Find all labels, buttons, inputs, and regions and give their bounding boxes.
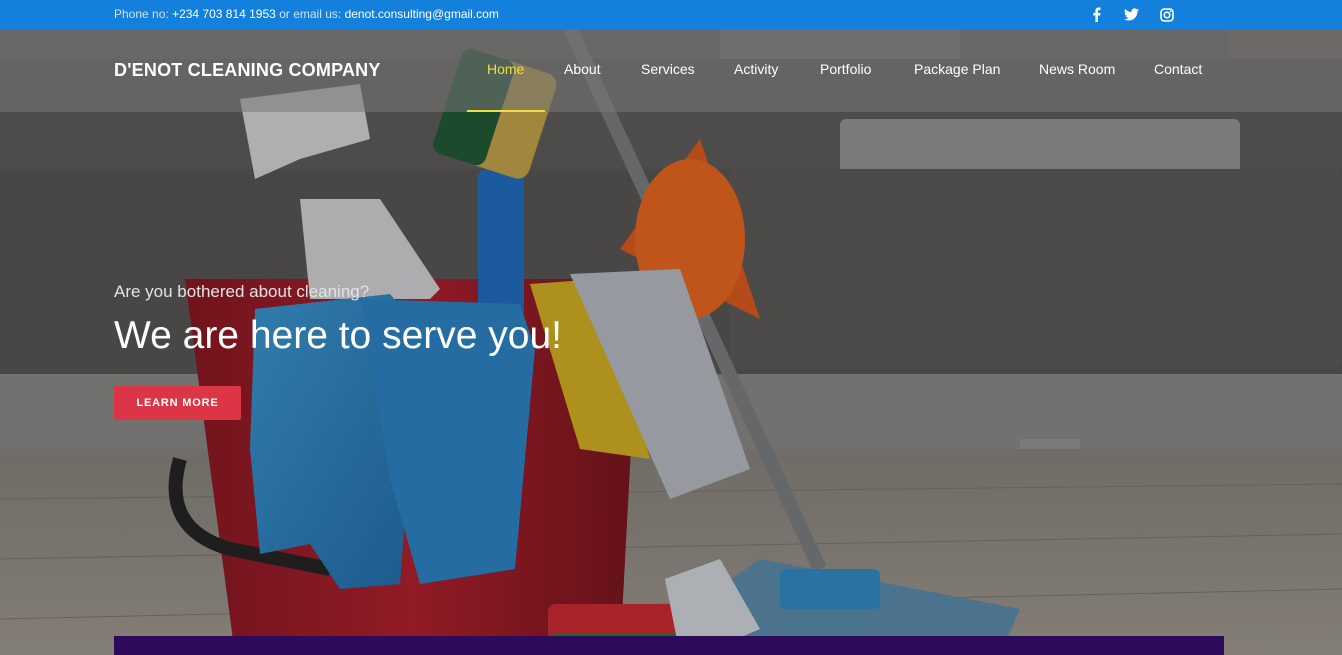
phone-number[interactable]: +234 703 814 1953 xyxy=(172,7,276,21)
nav-portfolio[interactable]: Portfolio xyxy=(820,61,871,77)
nav-home[interactable]: Home xyxy=(487,61,524,77)
nav-activity[interactable]: Activity xyxy=(734,61,778,77)
learn-more-button[interactable]: LEARN MORE xyxy=(114,386,241,420)
nav-about[interactable]: About xyxy=(564,61,601,77)
nav-services[interactable]: Services xyxy=(641,61,695,77)
top-contact-bar: Phone no: +234 703 814 1953 or email us:… xyxy=(0,0,1342,29)
email-link[interactable]: denot.consulting@gmail.com xyxy=(345,7,499,21)
hero-headline: We are here to serve you! xyxy=(114,314,563,357)
nav-contact[interactable]: Contact xyxy=(1154,61,1202,77)
nav-package-plan[interactable]: Package Plan xyxy=(914,61,1000,77)
brand-logo[interactable]: D'ENOT CLEANING COMPANY xyxy=(114,60,381,81)
nav-news-room[interactable]: News Room xyxy=(1039,61,1115,77)
feature-bar xyxy=(114,636,1224,655)
facebook-icon[interactable] xyxy=(1088,6,1105,23)
contact-info: Phone no: +234 703 814 1953 or email us:… xyxy=(114,7,499,21)
active-nav-indicator xyxy=(467,110,545,112)
phone-prefix: Phone no: xyxy=(114,7,169,21)
social-links xyxy=(1088,6,1175,23)
email-prefix: or email us: xyxy=(279,7,342,21)
instagram-icon[interactable] xyxy=(1158,6,1175,23)
main-navbar: D'ENOT CLEANING COMPANY Home About Servi… xyxy=(0,29,1342,112)
twitter-icon[interactable] xyxy=(1123,6,1140,23)
hero-tagline: Are you bothered about cleaning? xyxy=(114,282,370,301)
